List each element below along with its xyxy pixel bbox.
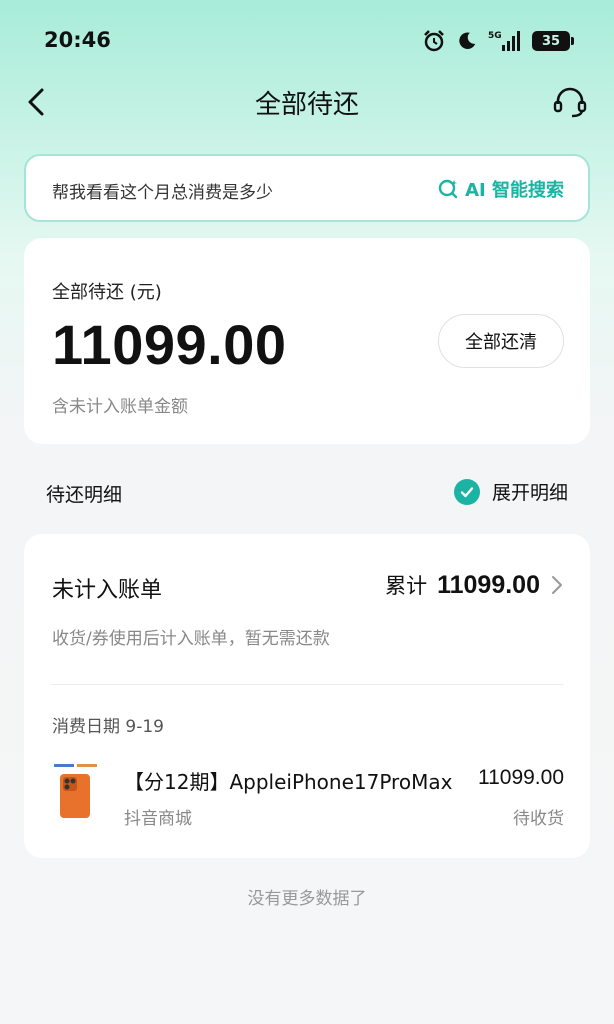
expand-detail-label: 展开明细 bbox=[491, 482, 568, 504]
total-due-note: 含未计入账单金额 bbox=[52, 397, 188, 417]
status-icons: 5G 35 bbox=[422, 28, 574, 54]
alarm-icon bbox=[424, 30, 444, 52]
unbilled-total-label: 累计 bbox=[385, 574, 428, 598]
chevron-right-icon bbox=[552, 576, 562, 594]
unbilled-card: 未计入账单 累计 11099.00 收货/券使用后计入账单，暂无需还款 消费日期… bbox=[24, 534, 590, 858]
battery-icon: 35 bbox=[532, 31, 574, 51]
ai-search-icon bbox=[438, 179, 458, 199]
search-placeholder: 帮我看看这个月总消费是多少 bbox=[52, 183, 273, 203]
product-amount: 11099.00 bbox=[477, 766, 564, 789]
total-due-card: 全部待还 (元) 11099.00 全部还清 含未计入账单金额 bbox=[24, 238, 590, 444]
ai-search-label: AI 智能搜索 bbox=[465, 180, 564, 201]
no-more-data: 没有更多数据了 bbox=[247, 889, 367, 909]
product-status: 待收货 bbox=[513, 809, 564, 829]
unbilled-total-amount: 11099.00 bbox=[437, 570, 540, 599]
total-due-amount: 11099.00 bbox=[52, 313, 287, 376]
network-type: 5G bbox=[488, 31, 502, 41]
product-shop: 抖音商城 bbox=[124, 809, 192, 829]
expand-detail-toggle[interactable]: 展开明细 bbox=[453, 478, 568, 505]
ai-search-bar[interactable]: 帮我看看这个月总消费是多少 AI 智能搜索 bbox=[24, 154, 590, 222]
status-bar: 20:46 5G 35 bbox=[0, 0, 614, 80]
customer-service-icon[interactable] bbox=[552, 84, 588, 120]
status-time: 20:46 bbox=[44, 28, 111, 52]
product-thumbnail[interactable] bbox=[52, 762, 102, 822]
detail-section-title: 待还明细 bbox=[46, 484, 123, 506]
moon-icon bbox=[459, 32, 476, 49]
total-due-label: 全部待还 (元) bbox=[52, 282, 162, 303]
product-title[interactable]: 【分12期】AppleiPhone17ProMax bbox=[124, 766, 470, 795]
nav-bar: 全部待还 bbox=[0, 76, 614, 128]
unbilled-total[interactable]: 累计 11099.00 bbox=[385, 570, 564, 600]
unbilled-title: 未计入账单 bbox=[52, 578, 163, 603]
page-title: 全部待还 bbox=[254, 90, 359, 120]
unbilled-description: 收货/券使用后计入账单，暂无需还款 bbox=[52, 629, 330, 649]
checkmark-icon[interactable] bbox=[453, 478, 480, 505]
battery-level: 35 bbox=[541, 33, 561, 49]
purchase-date: 消费日期 9-19 bbox=[52, 717, 164, 737]
pay-all-button[interactable]: 全部还清 bbox=[438, 314, 564, 368]
signal-icon: 5G bbox=[488, 31, 520, 51]
divider bbox=[50, 684, 564, 685]
ai-search-button[interactable]: AI 智能搜索 bbox=[437, 176, 564, 202]
